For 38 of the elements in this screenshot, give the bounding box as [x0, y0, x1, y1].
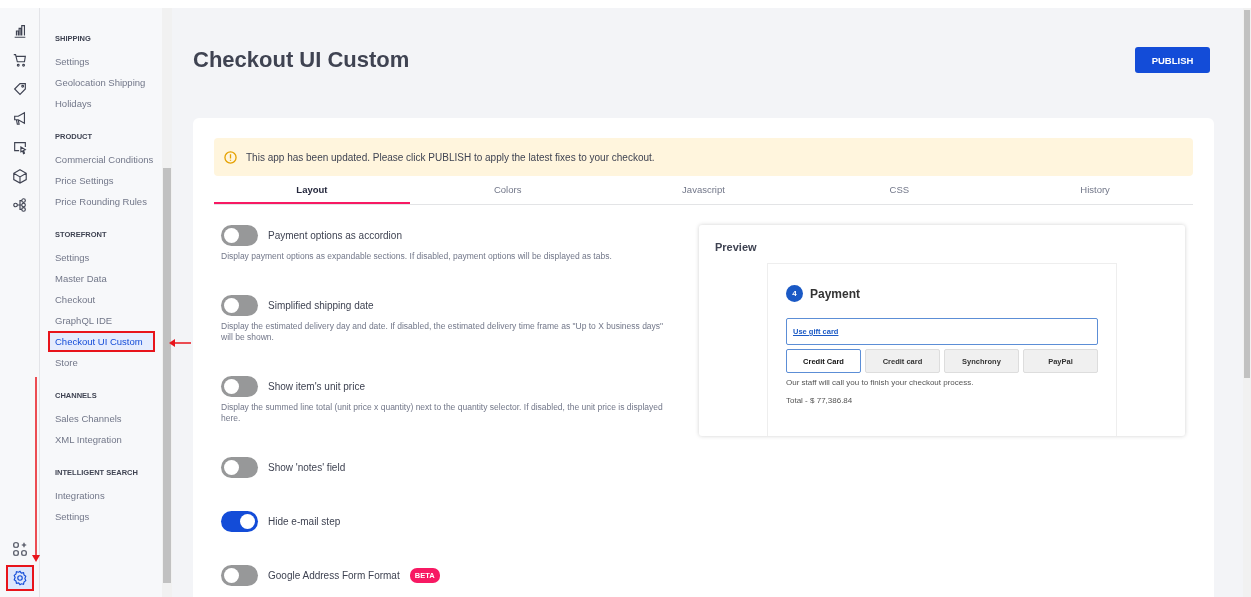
sidebar-item[interactable]: Master Data [48, 268, 155, 289]
sidebar-item[interactable]: Commercial Conditions [48, 149, 155, 170]
setting-label: Show item's unit price [268, 381, 365, 393]
tab[interactable]: CSS [801, 176, 998, 204]
sidebar-item[interactable]: GraphQL IDE [48, 310, 155, 331]
sidebar-item[interactable]: Store [48, 352, 155, 373]
setting-label: Simplified shipping date [268, 300, 374, 312]
payment-heading: Payment [810, 286, 861, 301]
setting-description: Display the summed line total (unit price x quantity) next to the quantity selector. If disabled, the unit price is displayed here. [221, 402, 664, 425]
sidebar-item[interactable]: Settings [48, 247, 155, 268]
payment-message: Our staff will call you to finish your checkout process. [786, 378, 975, 387]
sidebar-item[interactable]: XML Integration [48, 429, 155, 450]
setting-label: Hide e-mail step [268, 516, 341, 528]
setting-label: Google Address Form Format [268, 570, 400, 582]
sidebar-item[interactable]: Settings [48, 51, 155, 72]
order-total: Total - $ 77,386.84 [786, 396, 854, 405]
sidebar-item[interactable]: Checkout UI Custom [48, 331, 155, 352]
tab[interactable]: Colors [409, 176, 606, 204]
sidebar-item[interactable]: Price Rounding Rules [48, 191, 155, 212]
tab[interactable]: Layout [214, 176, 410, 204]
sidebar-item[interactable]: Price Settings [48, 170, 155, 191]
sidebar-item[interactable]: Integrations [48, 485, 155, 506]
sidebar-item[interactable]: Checkout [48, 289, 155, 310]
setting-description: Display payment options as expandable sections. If disabled, payment options will be displayed as tabs. [221, 251, 613, 263]
step-number: 4 [786, 285, 803, 302]
tab[interactable]: Javascript [605, 176, 802, 204]
publish-button[interactable]: PUBLISH [1135, 47, 1210, 73]
sidebar-item[interactable]: Geolocation Shipping [48, 72, 155, 93]
tab[interactable]: History [997, 176, 1193, 204]
setting-label: Show 'notes' field [268, 462, 346, 474]
sidebar-item[interactable]: Holidays [48, 93, 155, 114]
sidebar-item[interactable]: Sales Channels [48, 408, 155, 429]
setting-label: Payment options as accordion [268, 230, 402, 241]
preview-title: Preview [715, 241, 758, 253]
sidebar-item[interactable]: Settings [48, 506, 155, 527]
alert-message: This app has been updated. Please click PUBLISH to apply the latest fixes to your checkout. [246, 151, 655, 163]
setting-description: Display the estimated delivery day and date. If disabled, the estimated delivery time frame as "Up to X business days" will be shown. [221, 321, 665, 344]
page-title: Checkout UI Custom [193, 47, 410, 73]
